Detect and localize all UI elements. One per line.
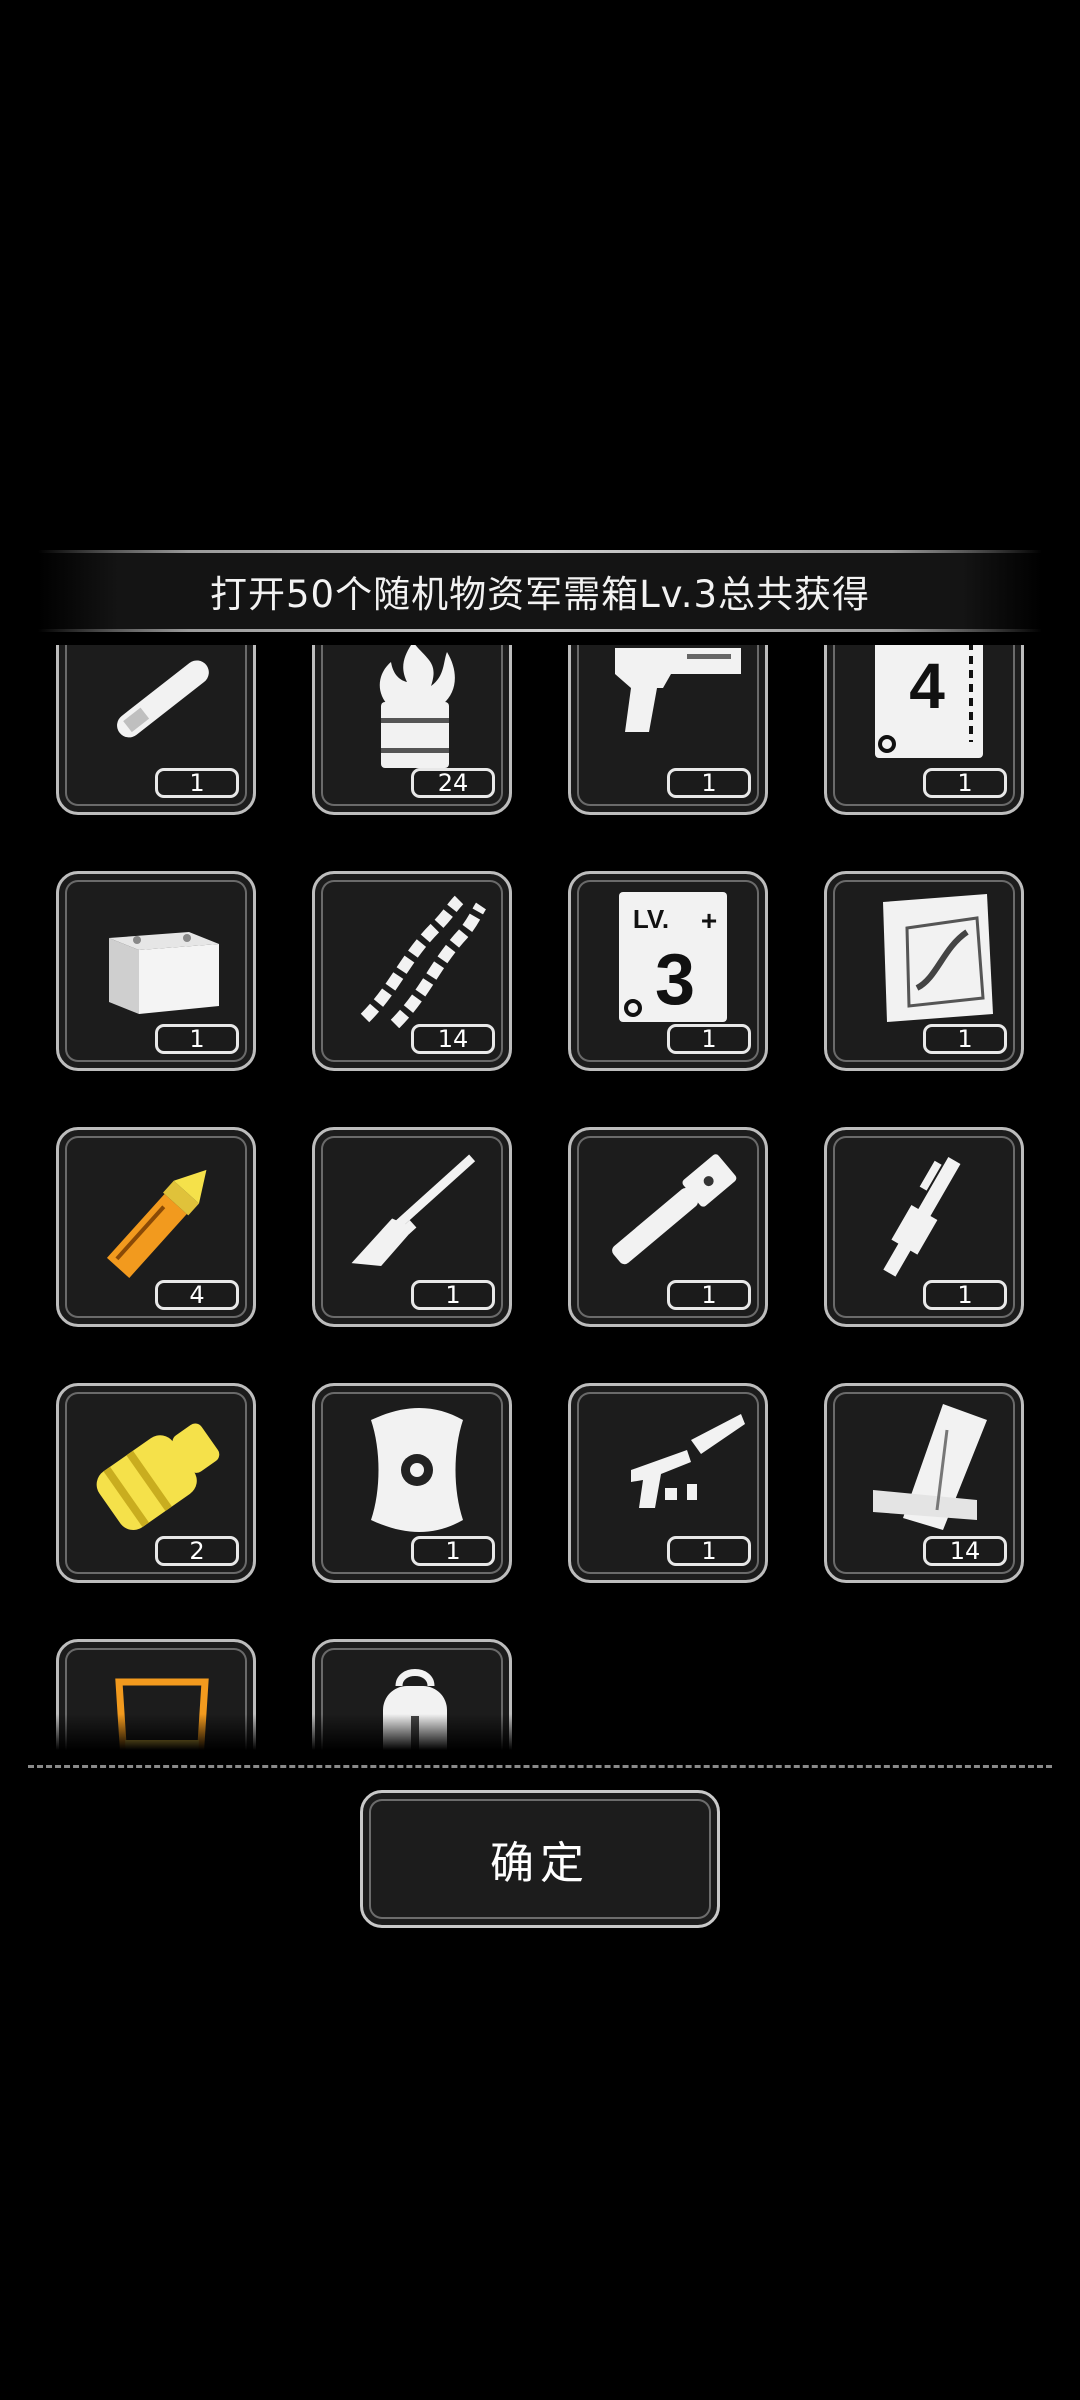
backpack-icon <box>383 1669 447 1750</box>
knife-icon <box>117 660 209 738</box>
gear-part-icon <box>96 1423 220 1530</box>
wood-planks-icon <box>873 1404 987 1530</box>
battery-icon <box>109 932 219 1014</box>
item-count: 24 <box>411 768 495 798</box>
round-shield-icon <box>371 1408 463 1532</box>
wire-coils-icon <box>360 895 487 1028</box>
reward-item[interactable]: 1 <box>568 1127 768 1327</box>
reward-item[interactable]: 1 <box>56 871 256 1071</box>
reward-item[interactable]: 4 <box>56 1127 256 1327</box>
reward-item[interactable]: 1 <box>56 645 256 815</box>
blueprint-paper-icon <box>883 894 993 1022</box>
item-count: 1 <box>411 1280 495 1310</box>
reward-item[interactable]: 24 <box>312 645 512 815</box>
item-count: 2 <box>155 1536 239 1566</box>
item-count: 1 <box>923 1024 1007 1054</box>
reward-item[interactable]: 1 <box>312 1383 512 1583</box>
reward-item[interactable] <box>312 1639 512 1750</box>
confirm-button[interactable]: 确定 <box>360 1790 720 1928</box>
reward-grid-viewport[interactable]: 1 24 1 4 1 1 14 LV. + 3 1 1 4 1 1 1 2 1 … <box>0 645 1080 1750</box>
svg-text:4: 4 <box>909 650 945 722</box>
item-count: 14 <box>411 1024 495 1054</box>
item-count: 1 <box>667 1536 751 1566</box>
rifle-icon <box>351 1154 476 1267</box>
reward-item[interactable]: 2 <box>56 1383 256 1583</box>
svg-text:LV.: LV. <box>633 904 669 934</box>
grip-part-icon <box>612 1154 737 1265</box>
item-count: 1 <box>411 1536 495 1566</box>
pistol-icon <box>615 648 741 732</box>
item-count: 1 <box>155 1024 239 1054</box>
dialog-title-bar: 打开50个随机物资军需箱Lv.3总共获得 <box>38 550 1042 632</box>
reward-item[interactable]: 1 <box>824 871 1024 1071</box>
dashed-divider <box>28 1765 1052 1768</box>
fire-barrel-icon <box>379 645 455 768</box>
item-count: 1 <box>155 768 239 798</box>
reward-grid: 1 24 1 4 1 1 14 LV. + 3 1 1 4 1 1 1 2 1 … <box>56 645 1024 1750</box>
trigger-part-icon <box>883 1157 961 1277</box>
reward-item[interactable]: 1 <box>824 1127 1024 1327</box>
reward-item[interactable]: LV. + 3 1 <box>568 871 768 1071</box>
item-count: 1 <box>667 1024 751 1054</box>
reward-item[interactable] <box>56 1639 256 1750</box>
item-count: 1 <box>667 1280 751 1310</box>
reward-item[interactable]: 1 <box>312 1127 512 1327</box>
item-count: 4 <box>155 1280 239 1310</box>
reward-item[interactable]: 1 <box>568 1383 768 1583</box>
reward-item[interactable]: 4 1 <box>824 645 1024 815</box>
drink-cup-icon <box>115 1678 209 1750</box>
item-count: 1 <box>923 768 1007 798</box>
dialog-title: 打开50个随机物资军需箱Lv.3总共获得 <box>209 573 871 616</box>
svg-text:+: + <box>701 905 717 936</box>
level-4-card-icon: 4 <box>875 645 983 758</box>
level-3-card-icon: LV. + 3 <box>619 892 727 1022</box>
item-count: 1 <box>667 768 751 798</box>
reward-item[interactable]: 1 <box>568 645 768 815</box>
reward-item[interactable]: 14 <box>312 871 512 1071</box>
item-count: 14 <box>923 1536 1007 1566</box>
weapon-parts-icon <box>631 1414 745 1508</box>
item-count: 1 <box>923 1280 1007 1310</box>
svg-text:3: 3 <box>655 940 695 1020</box>
reward-item[interactable]: 14 <box>824 1383 1024 1583</box>
bullet-icon <box>106 1169 207 1278</box>
